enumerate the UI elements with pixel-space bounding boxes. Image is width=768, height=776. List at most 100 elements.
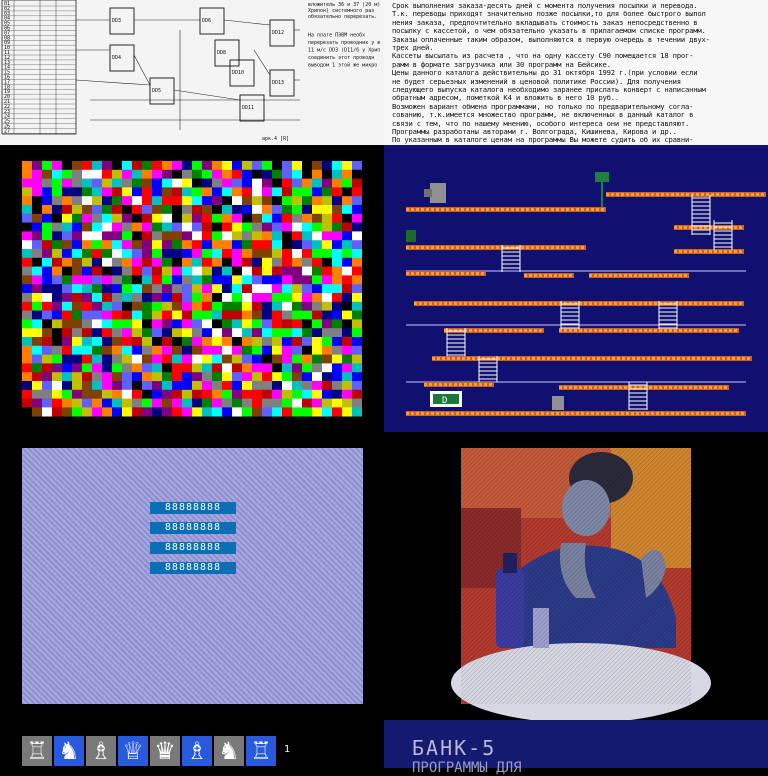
mosaic-cell — [342, 363, 352, 373]
mosaic-cell — [172, 284, 182, 294]
mosaic-cell — [142, 398, 152, 408]
mosaic-cell — [32, 222, 42, 232]
mosaic-cell — [302, 275, 312, 285]
mosaic-cell — [122, 231, 132, 241]
mosaic-cell — [292, 363, 302, 373]
mosaic-cell — [22, 389, 32, 399]
catalog-text-line: Цены данного каталога действительны до 3… — [392, 69, 698, 78]
mosaic-cell — [172, 187, 182, 197]
mosaic-cell — [202, 161, 212, 171]
mosaic-cell — [222, 354, 232, 364]
mosaic-cell — [132, 407, 142, 417]
mosaic-cell — [182, 161, 192, 171]
mosaic-cell — [192, 363, 202, 373]
mosaic-cell — [182, 301, 192, 311]
chip-label: DD5 — [152, 88, 161, 94]
mosaic-cell — [152, 266, 162, 276]
chess-piece-tile: ♛ — [150, 736, 180, 766]
mosaic-cell — [62, 337, 72, 347]
mosaic-cell — [272, 310, 282, 320]
mosaic-cell — [242, 372, 252, 382]
mosaic-cell — [302, 240, 312, 250]
mosaic-cell — [292, 231, 302, 241]
mosaic-cell — [292, 407, 302, 417]
mosaic-cell — [252, 337, 262, 347]
mosaic-cell — [122, 240, 132, 250]
mosaic-cell — [102, 249, 112, 259]
mosaic-cell — [42, 161, 52, 171]
mosaic-cell — [122, 363, 132, 373]
mosaic-cell — [122, 187, 132, 197]
chip-label: DD3 — [112, 18, 121, 24]
mosaic-cell — [302, 389, 312, 399]
mosaic-cell — [52, 389, 62, 399]
mosaic-cell — [192, 293, 202, 303]
mosaic-cell — [332, 345, 342, 355]
mosaic-cell — [292, 381, 302, 391]
mosaic-cell — [232, 293, 242, 303]
mosaic-cell — [272, 196, 282, 206]
chip-label: DD8 — [217, 50, 226, 56]
mosaic-cell — [182, 266, 192, 276]
mosaic-cell — [332, 205, 342, 215]
mosaic-cell — [162, 301, 172, 311]
mosaic-cell — [152, 372, 162, 382]
mosaic-cell — [122, 257, 132, 267]
mosaic-cell — [352, 293, 362, 303]
mosaic-cell — [202, 169, 212, 179]
mosaic-cell — [332, 275, 342, 285]
mosaic-cell — [202, 372, 212, 382]
ape-character — [430, 183, 446, 203]
mosaic-cell — [202, 231, 212, 241]
mosaic-cell — [342, 407, 352, 417]
mosaic-cell — [102, 205, 112, 215]
mosaic-cell — [352, 381, 362, 391]
mosaic-cell — [52, 284, 62, 294]
mosaic-cell — [92, 284, 102, 294]
mosaic-cell — [152, 319, 162, 329]
mosaic-cell — [172, 407, 182, 417]
mosaic-cell — [122, 169, 132, 179]
color-mosaic-screen — [0, 145, 384, 432]
mosaic-cell — [182, 249, 192, 259]
mosaic-cell — [242, 161, 252, 171]
mosaic-cell — [62, 363, 72, 373]
mosaic-cell — [252, 310, 262, 320]
mosaic-cell — [162, 310, 172, 320]
mosaic-cell — [122, 275, 132, 285]
mosaic-cell — [102, 337, 112, 347]
mosaic-cell — [122, 328, 132, 338]
mosaic-cell — [132, 249, 142, 259]
mosaic-cell — [142, 240, 152, 250]
brick-row-1: 88888888 — [150, 502, 236, 514]
mosaic-cell — [122, 319, 132, 329]
mosaic-cell — [162, 213, 172, 223]
mosaic-cell — [82, 187, 92, 197]
mosaic-cell — [202, 187, 212, 197]
pin-table: 0102030405060708091011121314151617181920… — [1, 0, 77, 135]
mosaic-cell — [312, 381, 322, 391]
mosaic-cell — [62, 257, 72, 267]
mosaic-cell — [92, 363, 102, 373]
mosaic-cell — [52, 398, 62, 408]
mosaic-cell — [272, 275, 282, 285]
mosaic-cell — [82, 345, 92, 355]
mosaic-cell — [332, 301, 342, 311]
mosaic-cell — [32, 354, 42, 364]
mosaic-cell — [302, 407, 312, 417]
mosaic-cell — [172, 178, 182, 188]
mosaic-cell — [82, 363, 92, 373]
mosaic-cell — [182, 222, 192, 232]
catalog-text-line: связи с тем, что по нашему мнению, особо… — [392, 119, 690, 128]
mosaic-cell — [142, 213, 152, 223]
mosaic-cell — [292, 345, 302, 355]
mosaic-cell — [92, 293, 102, 303]
mosaic-cell — [262, 231, 272, 241]
mosaic-cell — [122, 266, 132, 276]
mosaic-cell — [82, 372, 92, 382]
mosaic-cell — [282, 161, 292, 171]
mosaic-cell — [352, 222, 362, 232]
mosaic-cell — [102, 407, 112, 417]
mosaic-cell — [182, 372, 192, 382]
mosaic-cell — [322, 240, 332, 250]
